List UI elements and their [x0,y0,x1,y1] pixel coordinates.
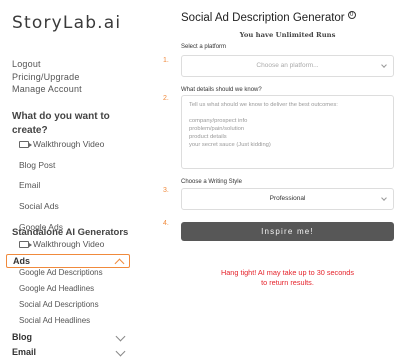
chevron-down-icon [381,62,387,68]
info-icon[interactable]: 0 [347,11,356,19]
chevron-down-icon [381,195,387,201]
step-1: 1. [163,57,169,64]
sidebar-item-standalone-walkthrough[interactable]: Walkthrough Video [19,239,104,249]
writing-style-select[interactable]: Professional [181,188,394,210]
sidebar: StoryLab.ai Logout Pricing/Upgrade Manag… [0,0,138,360]
chevron-up-icon [114,258,125,269]
runs-status: You have Unlimited Runs [239,31,336,39]
style-label: Choose a Writing Style [181,179,242,185]
sidebar-item-walkthrough-video[interactable]: Walkthrough Video [19,139,104,149]
step-3: 3. [163,187,169,194]
manage-account-link[interactable]: Manage Account [12,83,82,96]
logo[interactable]: StoryLab.ai [12,13,121,33]
video-icon [19,141,32,148]
wait-notice: Hang tight! AI may take up to 30 seconds… [220,268,355,287]
sidebar-item-email[interactable]: Email [19,180,40,190]
sidebar-item-social-ad-descriptions[interactable]: Social Ad Descriptions [19,300,99,309]
account-links: Logout Pricing/Upgrade Manage Account [12,58,82,96]
chevron-down-icon [115,346,126,357]
sidebar-item-social-ads[interactable]: Social Ads [19,201,59,211]
main-panel: Social Ad Description Generator 0 You hav… [148,0,400,360]
sidebar-item-blog-post[interactable]: Blog Post [19,160,55,170]
step-2: 2. [163,95,169,102]
step-4: 4. [163,220,169,227]
page-title: Social Ad Description Generator 0 [181,11,356,24]
chevron-down-icon [115,331,126,342]
video-icon [19,241,32,248]
sidebar-item-google-ad-descriptions[interactable]: Google Ad Descriptions [19,268,103,277]
details-label: What details should we know? [181,87,262,93]
category-email[interactable]: Email [6,346,130,360]
platform-select[interactable]: Choose an platform... [181,55,394,77]
platform-label: Select a platform [181,44,227,50]
what-create-heading: What do you want to create? [12,111,110,136]
pricing-upgrade-link[interactable]: Pricing/Upgrade [12,71,82,84]
inspire-me-button[interactable]: Inspire me! [181,222,394,241]
sidebar-item-google-ad-headlines[interactable]: Google Ad Headlines [19,284,94,293]
category-ads[interactable]: Ads [6,254,130,269]
sidebar-item-social-ad-headlines[interactable]: Social Ad Headlines [19,316,90,325]
category-blog[interactable]: Blog [6,331,130,345]
logout-link[interactable]: Logout [12,58,82,71]
details-textarea[interactable]: Tell us what should we know to deliver t… [181,95,394,169]
standalone-heading: Standalone AI Generators [12,227,129,238]
